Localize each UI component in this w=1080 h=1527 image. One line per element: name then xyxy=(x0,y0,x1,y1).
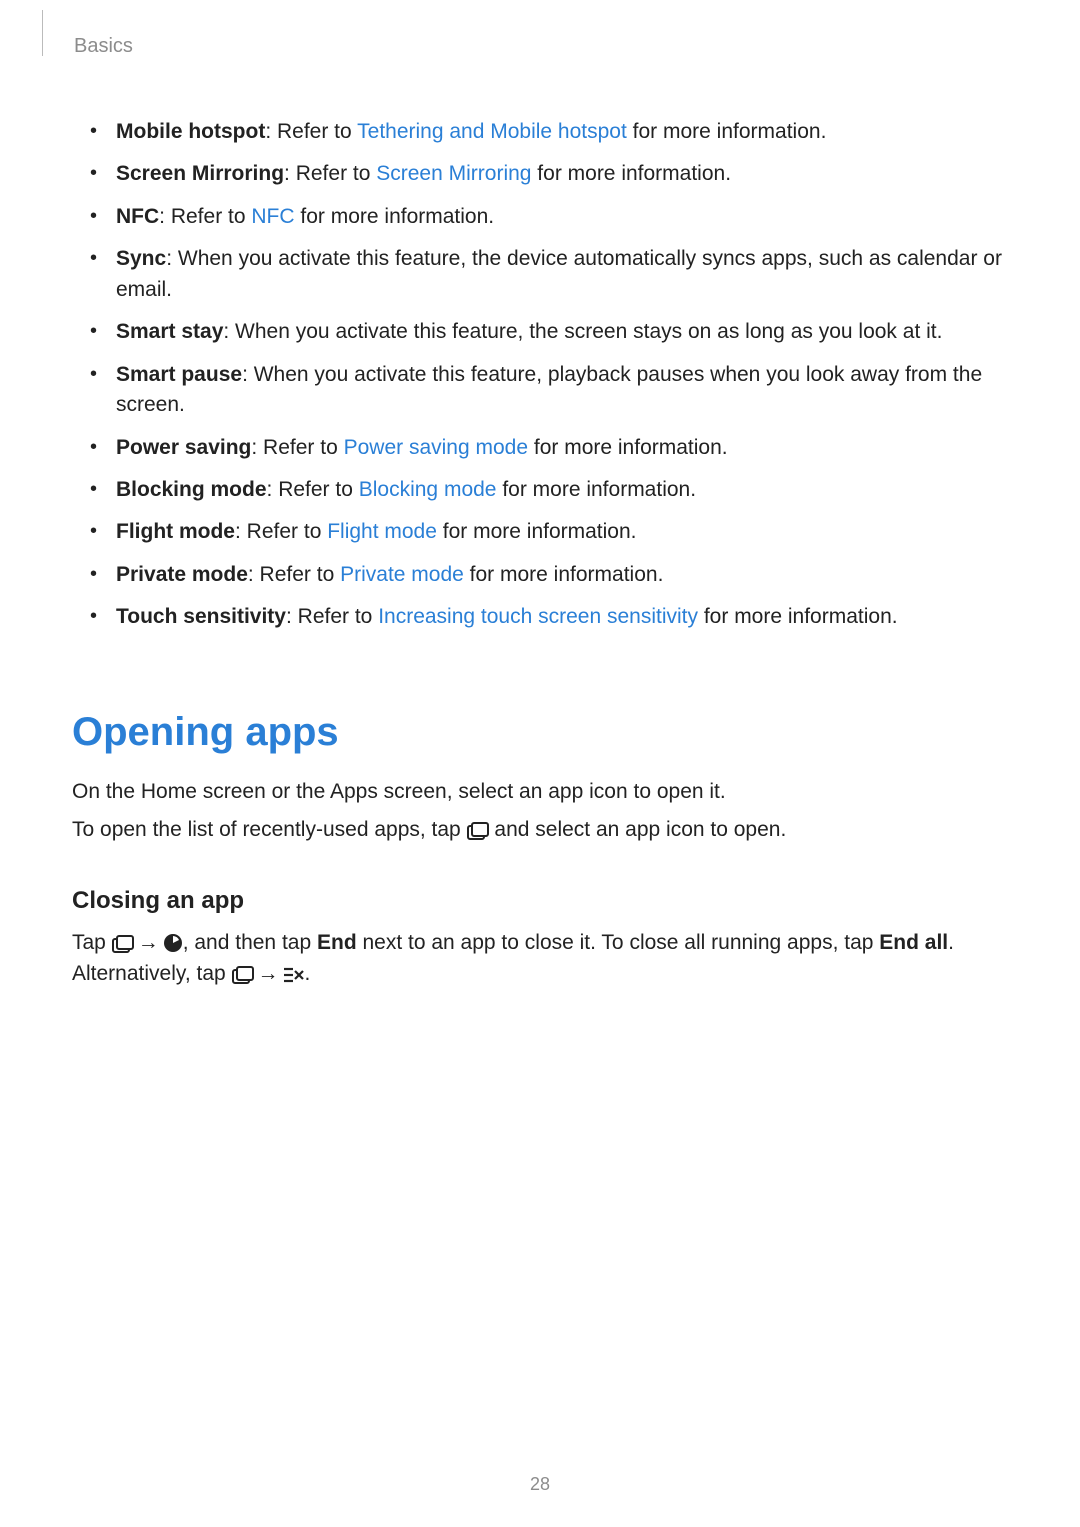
text: for more information. xyxy=(496,478,696,501)
link-private-mode[interactable]: Private mode xyxy=(340,563,464,586)
link-screen-mirroring[interactable]: Screen Mirroring xyxy=(376,162,531,185)
bold-end: End xyxy=(317,931,357,954)
text: and select an app icon to open. xyxy=(489,818,787,841)
link-tethering[interactable]: Tethering and Mobile hotspot xyxy=(357,120,627,143)
text: for more information. xyxy=(437,520,637,543)
close-all-icon xyxy=(283,966,305,984)
text: : Refer to xyxy=(159,205,251,228)
text: : When you activate this feature, the de… xyxy=(116,247,1002,300)
arrow-icon: → xyxy=(254,962,283,985)
text: , and then tap xyxy=(183,931,317,954)
term: Blocking mode xyxy=(116,478,267,501)
term: Smart pause xyxy=(116,363,242,386)
task-manager-icon xyxy=(163,933,183,953)
recent-apps-icon xyxy=(112,935,134,953)
list-item: NFC: Refer to NFC for more information. xyxy=(100,202,1008,232)
list-item: Private mode: Refer to Private mode for … xyxy=(100,560,1008,590)
list-item: Screen Mirroring: Refer to Screen Mirror… xyxy=(100,159,1008,189)
list-item: Blocking mode: Refer to Blocking mode fo… xyxy=(100,475,1008,505)
term: Smart stay xyxy=(116,320,223,343)
text: : Refer to xyxy=(235,520,327,543)
text: : Refer to xyxy=(286,605,378,628)
bold-end-all: End all xyxy=(879,931,948,954)
term: Screen Mirroring xyxy=(116,162,284,185)
text: Tap xyxy=(72,931,112,954)
link-blocking-mode[interactable]: Blocking mode xyxy=(359,478,497,501)
text: for more information. xyxy=(531,162,731,185)
link-touch-sensitivity[interactable]: Increasing touch screen sensitivity xyxy=(378,605,698,628)
recent-apps-icon xyxy=(232,966,254,984)
text: : Refer to xyxy=(267,478,359,501)
link-nfc[interactable]: NFC xyxy=(251,205,294,228)
running-header: Basics xyxy=(68,32,1008,61)
text: next to an app to close it. To close all… xyxy=(357,931,880,954)
term: Flight mode xyxy=(116,520,235,543)
list-item: Flight mode: Refer to Flight mode for mo… xyxy=(100,517,1008,547)
arrow-icon: → xyxy=(134,931,163,954)
paragraph: Tap → , and then tap End next to an app t… xyxy=(72,928,1008,989)
term: Touch sensitivity xyxy=(116,605,286,628)
list-item: Power saving: Refer to Power saving mode… xyxy=(100,433,1008,463)
text: . xyxy=(305,962,311,985)
page-number: 28 xyxy=(0,1471,1080,1497)
text: : Refer to xyxy=(284,162,376,185)
link-flight-mode[interactable]: Flight mode xyxy=(327,520,437,543)
text: for more information. xyxy=(528,436,728,459)
text: for more information. xyxy=(464,563,664,586)
text: for more information. xyxy=(627,120,827,143)
text: for more information. xyxy=(295,205,495,228)
heading-opening-apps: Opening apps xyxy=(72,703,1008,761)
paragraph: On the Home screen or the Apps screen, s… xyxy=(72,777,1008,807)
feature-list: Mobile hotspot: Refer to Tethering and M… xyxy=(100,117,1008,633)
text: To open the list of recently-used apps, … xyxy=(72,818,467,841)
term: NFC xyxy=(116,205,159,228)
term: Power saving xyxy=(116,436,251,459)
text: for more information. xyxy=(698,605,898,628)
link-power-saving[interactable]: Power saving mode xyxy=(344,436,528,459)
heading-closing-an-app: Closing an app xyxy=(72,884,1008,919)
recent-apps-icon xyxy=(467,822,489,840)
list-item: Smart stay: When you activate this featu… xyxy=(100,317,1008,347)
term: Sync xyxy=(116,247,166,270)
text: : When you activate this feature, the sc… xyxy=(223,320,942,343)
term: Mobile hotspot xyxy=(116,120,265,143)
paragraph: To open the list of recently-used apps, … xyxy=(72,815,1008,845)
text: : When you activate this feature, playba… xyxy=(116,363,982,416)
list-item: Sync: When you activate this feature, th… xyxy=(100,244,1008,305)
list-item: Mobile hotspot: Refer to Tethering and M… xyxy=(100,117,1008,147)
list-item: Touch sensitivity: Refer to Increasing t… xyxy=(100,602,1008,632)
text: : Refer to xyxy=(248,563,340,586)
text: : Refer to xyxy=(251,436,343,459)
list-item: Smart pause: When you activate this feat… xyxy=(100,360,1008,421)
text: : Refer to xyxy=(265,120,357,143)
term: Private mode xyxy=(116,563,248,586)
